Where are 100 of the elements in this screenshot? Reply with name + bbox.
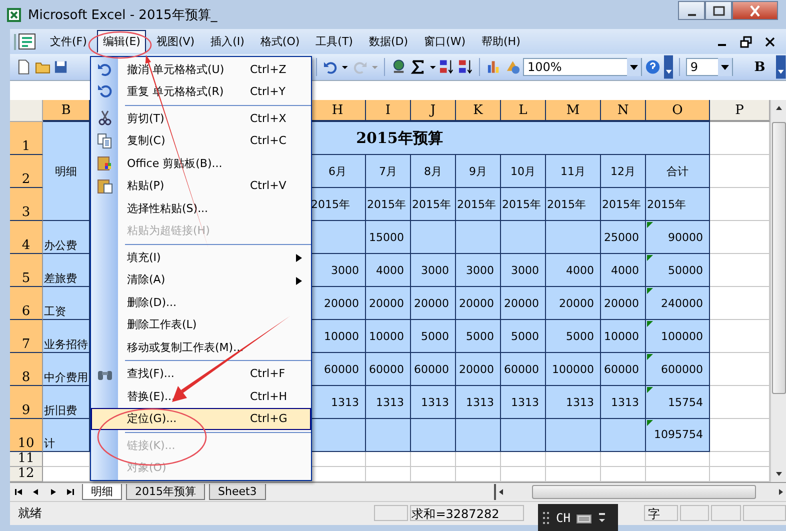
menu-item[interactable]: 删除(D)...: [91, 291, 311, 314]
scroll-thumb[interactable]: [532, 484, 756, 499]
menu-item[interactable]: 粘贴(P) Ctrl+V: [91, 174, 311, 197]
menu-item[interactable]: 移动或复制工作表(M)...: [91, 336, 311, 358]
toolbar-options-icon[interactable]: [664, 55, 674, 80]
row-header[interactable]: 5: [10, 254, 43, 288]
menu-item[interactable]: 格式(O): [254, 30, 306, 54]
table-cell: 60000: [310, 353, 366, 386]
menu-item[interactable]: 复制(C) Ctrl+C: [91, 130, 311, 152]
font-size-dropdown[interactable]: 9: [686, 58, 734, 76]
close-button[interactable]: [732, 1, 778, 20]
menu-item[interactable]: 替换(E)... Ctrl+H: [91, 385, 311, 408]
row-header[interactable]: 8: [10, 353, 43, 386]
column-header[interactable]: H: [310, 100, 366, 122]
bold-button[interactable]: B: [746, 60, 774, 75]
sheet-tab[interactable]: 明细: [82, 484, 122, 500]
row-label: 折旧费: [43, 386, 90, 420]
menu-item[interactable]: 文件(F): [44, 30, 93, 54]
scroll-thumb[interactable]: [772, 122, 786, 394]
row-header[interactable]: 3: [10, 188, 43, 222]
row-header[interactable]: 1: [10, 122, 43, 156]
minimize-button[interactable]: [678, 1, 705, 20]
column-heading: 7月: [366, 155, 411, 188]
table-cell: 15000: [366, 221, 411, 254]
horizontal-scrollbar[interactable]: [494, 484, 786, 500]
input-language-button[interactable]: CH: [556, 510, 570, 524]
options-icon[interactable]: [598, 512, 606, 524]
menu-item[interactable]: 删除工作表(L): [91, 314, 311, 336]
table-cell: 2015年: [456, 188, 501, 222]
help-icon[interactable]: [645, 59, 661, 76]
column-header[interactable]: M: [546, 100, 601, 122]
previous-sheet-icon[interactable]: [31, 486, 41, 497]
last-sheet-icon[interactable]: [65, 486, 75, 497]
row-header[interactable]: 6: [10, 287, 43, 320]
menu-item[interactable]: 工具(T): [310, 30, 359, 54]
column-header[interactable]: P: [710, 100, 770, 122]
table-cell: 600000: [646, 353, 710, 386]
table-cell: 60000: [501, 353, 546, 386]
menu-item[interactable]: 插入(I): [204, 30, 250, 54]
caret-icon[interactable]: [627, 58, 642, 76]
maximize-button[interactable]: [705, 1, 732, 20]
menu-item[interactable]: 定位(G)... Ctrl+G: [91, 408, 311, 430]
row-header[interactable]: 4: [10, 221, 43, 254]
menu-item[interactable]: 视图(V): [150, 30, 201, 54]
vertical-scrollbar[interactable]: [770, 100, 786, 482]
menu-item[interactable]: 帮助(H): [476, 30, 526, 54]
table-cell: 100000: [546, 353, 601, 386]
menu-item[interactable]: 数据(D): [362, 30, 414, 54]
caret-icon[interactable]: [718, 58, 732, 76]
table-cell: 20000: [546, 287, 601, 320]
save-icon[interactable]: [53, 59, 69, 76]
drawing-tools-icon[interactable]: [504, 59, 520, 76]
column-header[interactable]: B: [43, 100, 90, 122]
row-header[interactable]: 12: [10, 467, 43, 482]
menu-item[interactable]: 窗口(W): [418, 30, 472, 54]
table-cell: 60000: [366, 353, 411, 386]
table-cell: 10000: [366, 320, 411, 354]
redo-icon: [97, 84, 113, 100]
menu-item[interactable]: 清除(A): [91, 268, 311, 291]
row-header[interactable]: 10: [10, 419, 43, 452]
table-cell: 20000: [456, 353, 501, 386]
table-cell: 3000: [411, 254, 456, 288]
zoom-dropdown[interactable]: 100%: [523, 58, 642, 76]
row-header[interactable]: 7: [10, 320, 43, 354]
workbook-icon[interactable]: [14, 32, 38, 52]
menu-item[interactable]: 撤消 单元格格式(U) Ctrl+Z: [91, 58, 311, 80]
menu-item[interactable]: 填充(I): [91, 246, 311, 268]
column-header[interactable]: K: [456, 100, 501, 122]
menu-item[interactable]: 选择性粘贴(S)...: [91, 197, 311, 220]
column-header[interactable]: J: [411, 100, 456, 122]
menu-item[interactable]: 查找(F)... Ctrl+F: [91, 362, 311, 385]
column-header[interactable]: L: [501, 100, 546, 122]
table-cell: 1095754: [646, 419, 710, 452]
sum-icon[interactable]: [410, 59, 426, 76]
undo-icon[interactable]: [322, 59, 338, 76]
sort-descending-icon[interactable]: [458, 59, 474, 76]
column-header[interactable]: N: [601, 100, 646, 122]
copy-icon: [97, 132, 113, 149]
grip-icon[interactable]: [542, 510, 550, 526]
row-header[interactable]: 2: [10, 155, 43, 188]
clipboard-icon: [97, 155, 113, 172]
menu-item[interactable]: 编辑(E): [96, 30, 146, 54]
new-document-icon[interactable]: [16, 59, 32, 76]
submenu-arrow-icon: [296, 254, 302, 262]
sheet-tab[interactable]: 2015年预算: [126, 484, 205, 500]
row-header[interactable]: 9: [10, 386, 43, 420]
column-header[interactable]: O: [646, 100, 710, 122]
toolbar-options-icon[interactable]: [776, 55, 786, 80]
keyboard-icon[interactable]: [576, 512, 592, 524]
table-cell: 5000: [456, 320, 501, 354]
restore-workbook-icon[interactable]: [740, 36, 752, 48]
row-label: 业务招待: [43, 320, 90, 354]
next-sheet-icon[interactable]: [48, 486, 58, 497]
globe-link-icon[interactable]: [391, 59, 407, 76]
row-header[interactable]: 11: [10, 452, 43, 468]
close-workbook-icon[interactable]: [764, 36, 776, 48]
first-sheet-icon[interactable]: [14, 486, 24, 497]
column-header[interactable]: I: [366, 100, 411, 122]
sheet-tab[interactable]: Sheet3: [209, 484, 266, 500]
sort-ascending-icon[interactable]: [439, 59, 455, 76]
